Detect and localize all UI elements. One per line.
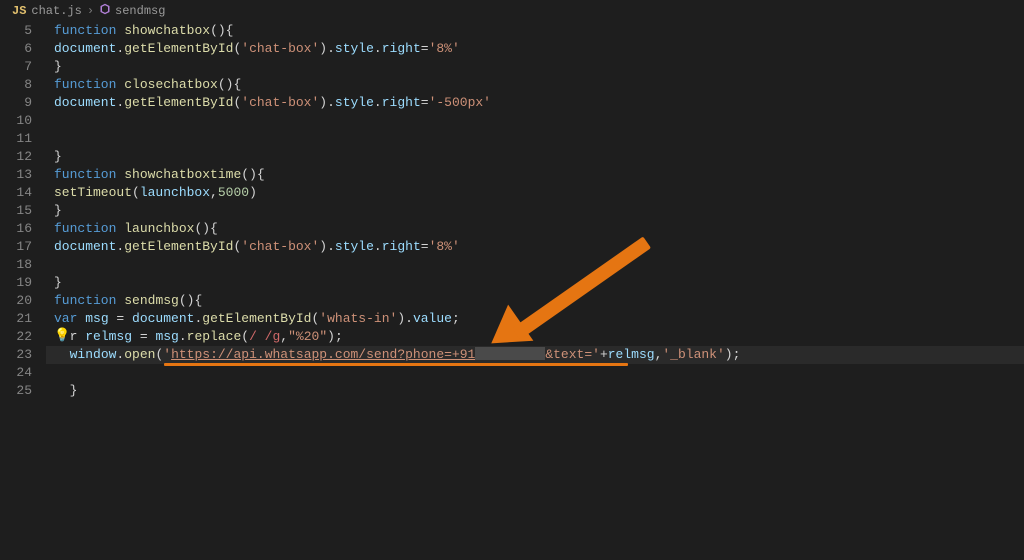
annotation-underline xyxy=(164,363,628,366)
line-number: 18 xyxy=(0,256,32,274)
code-line[interactable]: } xyxy=(46,148,1024,166)
code-line[interactable]: function closechatbox(){ xyxy=(46,76,1024,94)
breadcrumb-separator: › xyxy=(87,4,94,18)
code-line[interactable] xyxy=(46,112,1024,130)
code-area[interactable]: function showchatbox(){ document.getElem… xyxy=(46,22,1024,560)
line-number: 15 xyxy=(0,202,32,220)
code-line[interactable]: } xyxy=(46,274,1024,292)
breadcrumb[interactable]: JS chat.js › sendmsg xyxy=(0,0,1024,22)
code-line[interactable]: document.getElementById('chat-box').styl… xyxy=(46,94,1024,112)
line-number-gutter: 5678910111213141516171819202122232425 xyxy=(0,22,46,560)
line-number: 12 xyxy=(0,148,32,166)
line-number: 13 xyxy=(0,166,32,184)
code-line[interactable]: function showchatbox(){ xyxy=(46,22,1024,40)
code-line[interactable]: function showchatboxtime(){ xyxy=(46,166,1024,184)
code-line[interactable]: r relmsg = msg.replace(/ /g,"%20"); xyxy=(46,328,1024,346)
code-line[interactable]: function sendmsg(){ xyxy=(46,292,1024,310)
line-number: 23 xyxy=(0,346,32,364)
line-number: 25 xyxy=(0,382,32,400)
code-line[interactable]: } xyxy=(46,382,1024,400)
line-number: 8 xyxy=(0,76,32,94)
line-number: 22 xyxy=(0,328,32,346)
line-number: 5 xyxy=(0,22,32,40)
code-line[interactable] xyxy=(46,256,1024,274)
code-line[interactable]: } xyxy=(46,58,1024,76)
line-number: 10 xyxy=(0,112,32,130)
code-line[interactable]: function launchbox(){ xyxy=(46,220,1024,238)
line-number: 14 xyxy=(0,184,32,202)
file-type-icon: JS xyxy=(12,4,26,18)
line-number: 24 xyxy=(0,364,32,382)
code-line[interactable]: setTimeout(launchbox,5000) xyxy=(46,184,1024,202)
code-line[interactable]: document.getElementById('chat-box').styl… xyxy=(46,40,1024,58)
method-icon xyxy=(99,3,111,19)
code-line[interactable]: } xyxy=(46,202,1024,220)
code-editor[interactable]: 5678910111213141516171819202122232425 fu… xyxy=(0,22,1024,560)
lightbulb-icon[interactable]: 💡 xyxy=(54,328,70,343)
line-number: 6 xyxy=(0,40,32,58)
line-number: 7 xyxy=(0,58,32,76)
breadcrumb-symbol[interactable]: sendmsg xyxy=(115,4,165,18)
code-line[interactable]: var msg = document.getElementById('whats… xyxy=(46,310,1024,328)
line-number: 21 xyxy=(0,310,32,328)
code-line-active[interactable]: window.open('https://api.whatsapp.com/se… xyxy=(46,346,1024,364)
line-number: 17 xyxy=(0,238,32,256)
line-number: 20 xyxy=(0,292,32,310)
line-number: 16 xyxy=(0,220,32,238)
line-number: 19 xyxy=(0,274,32,292)
code-line[interactable] xyxy=(46,130,1024,148)
breadcrumb-file[interactable]: chat.js xyxy=(31,4,81,18)
line-number: 11 xyxy=(0,130,32,148)
line-number: 9 xyxy=(0,94,32,112)
code-line[interactable] xyxy=(46,364,1024,382)
code-line[interactable]: document.getElementById('chat-box').styl… xyxy=(46,238,1024,256)
redacted-phone xyxy=(475,347,545,360)
